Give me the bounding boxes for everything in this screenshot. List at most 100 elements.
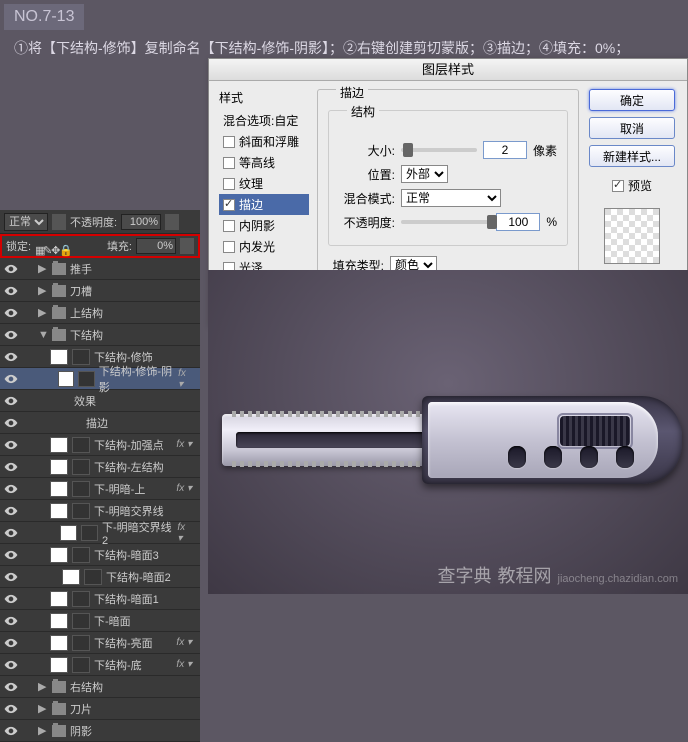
visibility-eye-icon[interactable] [4, 592, 18, 606]
style-checkbox[interactable] [223, 136, 235, 148]
layer-row[interactable]: 下结构-修饰-阴影fx ▾ [0, 368, 200, 390]
opacity-input[interactable] [496, 213, 540, 231]
layer-thumb-icon [50, 591, 68, 607]
disclosure-arrow-icon[interactable]: ▶ [38, 262, 48, 275]
position-select[interactable]: 外部 [401, 165, 448, 183]
style-item[interactable]: 纹理 [219, 173, 309, 194]
style-label: 内阴影 [239, 217, 275, 234]
fx-indicator[interactable]: fx ▾ [176, 659, 196, 670]
style-item[interactable]: 内发光 [219, 236, 309, 257]
step-number-tag: NO.7-13 [4, 4, 84, 30]
lock-transparent-icon[interactable]: ▦ [35, 244, 39, 248]
blend-mode-label: 混合模式: [339, 190, 395, 207]
layer-row[interactable]: 下-明暗-上fx ▾ [0, 478, 200, 500]
layer-row[interactable]: ▶阴影 [0, 720, 200, 742]
layer-row[interactable]: 下结构-左结构 [0, 456, 200, 478]
layer-thumb-icon [50, 635, 68, 651]
layer-row[interactable]: 下-暗面 [0, 610, 200, 632]
layer-row[interactable]: 描边 [0, 412, 200, 434]
disclosure-arrow-icon[interactable]: ▶ [38, 724, 48, 737]
dropdown-arrow-icon[interactable] [52, 214, 66, 230]
visibility-eye-icon[interactable] [4, 526, 18, 540]
lock-image-icon[interactable]: ✎ [43, 244, 47, 248]
layer-row[interactable]: 下结构-亮面fx ▾ [0, 632, 200, 654]
visibility-eye-icon[interactable] [4, 416, 18, 430]
style-checkbox[interactable] [223, 241, 235, 253]
layer-row[interactable]: 下结构-暗面3 [0, 544, 200, 566]
visibility-eye-icon[interactable] [4, 724, 18, 738]
blend-mode-select[interactable]: 正常 [4, 213, 48, 231]
visibility-eye-icon[interactable] [4, 460, 18, 474]
layer-thumb-icon [50, 437, 68, 453]
disclosure-arrow-icon[interactable]: ▶ [38, 702, 48, 715]
fx-indicator[interactable]: fx ▾ [176, 637, 196, 648]
blend-mode-select[interactable]: 正常 [401, 189, 501, 207]
fx-indicator[interactable]: fx ▾ [176, 439, 196, 450]
disclosure-arrow-icon[interactable]: ▼ [38, 329, 48, 341]
style-label: 内发光 [239, 238, 275, 255]
size-input[interactable] [483, 141, 527, 159]
visibility-eye-icon[interactable] [4, 350, 18, 364]
watermark-url: jiaocheng.chazidian.com [558, 573, 678, 585]
fx-indicator[interactable]: fx ▾ [178, 368, 196, 390]
size-slider[interactable] [401, 148, 477, 152]
style-checkbox[interactable] [223, 199, 235, 211]
dropdown-arrow-icon[interactable] [180, 238, 194, 254]
layer-row[interactable]: 下结构-底fx ▾ [0, 654, 200, 676]
visibility-eye-icon[interactable] [4, 702, 18, 716]
preview-checkbox-row[interactable]: 预览 [612, 177, 652, 194]
visibility-eye-icon[interactable] [4, 328, 18, 342]
layer-row[interactable]: ▼下结构 [0, 324, 200, 346]
visibility-eye-icon[interactable] [4, 504, 18, 518]
disclosure-arrow-icon[interactable]: ▶ [38, 284, 48, 297]
visibility-eye-icon[interactable] [4, 548, 18, 562]
visibility-eye-icon[interactable] [4, 306, 18, 320]
disclosure-arrow-icon[interactable]: ▶ [38, 306, 48, 319]
visibility-eye-icon[interactable] [4, 372, 18, 386]
layer-row[interactable]: 下结构-暗面2 [0, 566, 200, 588]
visibility-eye-icon[interactable] [4, 658, 18, 672]
visibility-eye-icon[interactable] [4, 284, 18, 298]
dropdown-arrow-icon[interactable] [165, 214, 179, 230]
visibility-eye-icon[interactable] [4, 614, 18, 628]
visibility-eye-icon[interactable] [4, 680, 18, 694]
position-row: 位置: 外部 [339, 165, 557, 183]
visibility-eye-icon[interactable] [4, 438, 18, 452]
style-checkbox[interactable] [223, 220, 235, 232]
style-item[interactable]: 等高线 [219, 152, 309, 173]
canvas-preview: 查字典 教程网 jiaocheng.chazidian.com [208, 270, 688, 594]
style-checkbox[interactable] [223, 178, 235, 190]
cancel-button[interactable]: 取消 [589, 117, 675, 139]
style-checkbox[interactable] [223, 157, 235, 169]
layer-row[interactable]: 下结构-加强点fx ▾ [0, 434, 200, 456]
blend-options-item[interactable]: 混合选项:自定 [219, 110, 309, 131]
layer-row[interactable]: ▶刀槽 [0, 280, 200, 302]
lock-all-icon[interactable]: 🔒 [59, 244, 63, 248]
visibility-eye-icon[interactable] [4, 570, 18, 584]
watermark: 查字典 教程网 jiaocheng.chazidian.com [438, 562, 678, 588]
visibility-eye-icon[interactable] [4, 394, 18, 408]
layer-row[interactable]: ▶刀片 [0, 698, 200, 720]
ok-button[interactable]: 确定 [589, 89, 675, 111]
visibility-eye-icon[interactable] [4, 636, 18, 650]
preview-checkbox[interactable] [612, 180, 624, 192]
layer-row[interactable]: 下结构-暗面1 [0, 588, 200, 610]
layer-row[interactable]: ▶推手 [0, 258, 200, 280]
fx-indicator[interactable]: fx ▾ [176, 483, 196, 494]
opacity-input[interactable] [121, 214, 161, 230]
visibility-eye-icon[interactable] [4, 262, 18, 276]
layer-row[interactable]: ▶上结构 [0, 302, 200, 324]
layer-row[interactable]: 下-明暗交界线2fx ▾ [0, 522, 200, 544]
fx-indicator[interactable]: fx ▾ [177, 522, 196, 544]
style-item[interactable]: 斜面和浮雕 [219, 131, 309, 152]
fill-input[interactable] [136, 238, 176, 254]
style-item[interactable]: 描边 [219, 194, 309, 215]
lock-position-icon[interactable]: ✥ [51, 244, 55, 248]
watermark-main: 查字典 [438, 562, 492, 588]
style-item[interactable]: 内阴影 [219, 215, 309, 236]
visibility-eye-icon[interactable] [4, 482, 18, 496]
opacity-slider[interactable] [401, 220, 490, 224]
new-style-button[interactable]: 新建样式... [589, 145, 675, 167]
layer-row[interactable]: ▶右结构 [0, 676, 200, 698]
disclosure-arrow-icon[interactable]: ▶ [38, 680, 48, 693]
